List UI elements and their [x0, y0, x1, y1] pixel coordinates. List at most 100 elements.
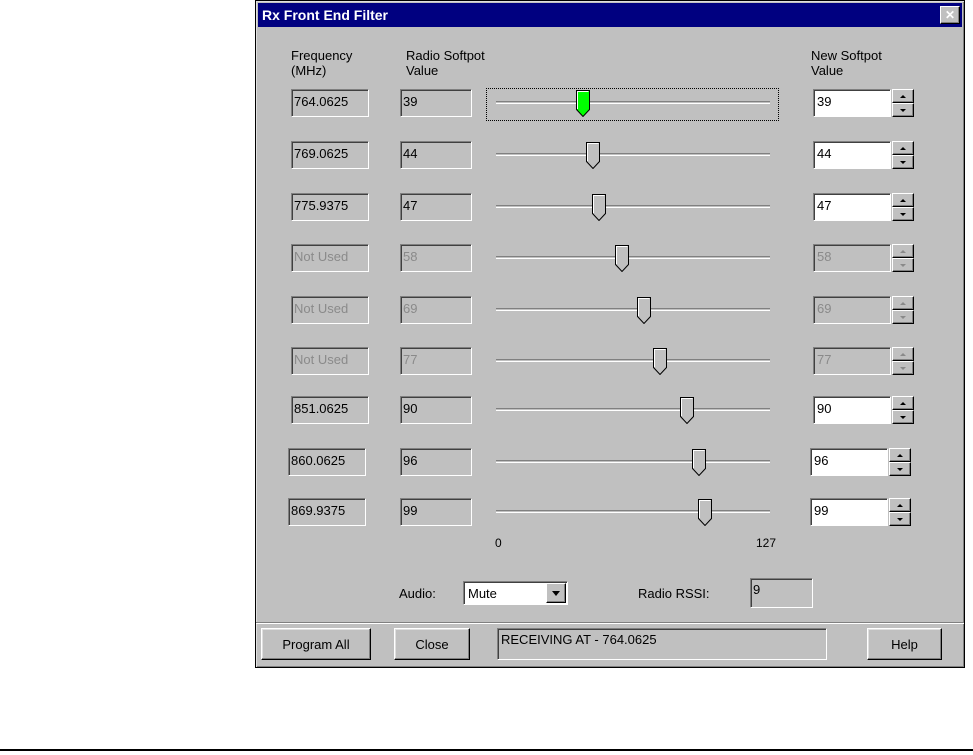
new-softpot-header-line1: New Softpot — [811, 48, 882, 63]
softpot-slider-thumb[interactable] — [592, 194, 607, 221]
frequency-field: 764.0625 — [291, 89, 369, 117]
arrow-down-icon — [900, 366, 906, 370]
arrow-up-icon — [900, 401, 906, 405]
radio-softpot-header: Radio Softpot Value — [406, 48, 485, 78]
arrow-up-icon — [900, 352, 906, 356]
frequency-field: Not Used — [291, 296, 369, 324]
status-field: RECEIVING AT - 764.0625 — [497, 628, 827, 660]
softpot-slider-thumb[interactable] — [637, 297, 652, 324]
spin-down-button — [892, 361, 914, 375]
spin-up-button — [892, 244, 914, 258]
new-softpot-input[interactable]: 39 — [813, 89, 891, 117]
arrow-up-icon — [900, 94, 906, 98]
spin-down-button — [892, 258, 914, 272]
radio-softpot-field: 44 — [400, 141, 472, 169]
softpot-slider-thumb[interactable] — [614, 245, 629, 272]
softpot-slider-track[interactable] — [496, 153, 770, 156]
new-softpot-input[interactable]: 96 — [810, 448, 888, 476]
spin-up-button[interactable] — [889, 448, 911, 462]
radio-softpot-field: 47 — [400, 193, 472, 221]
new-softpot-input: 77 — [813, 347, 891, 375]
spin-up-button[interactable] — [892, 89, 914, 103]
new-softpot-spinner — [892, 244, 914, 272]
arrow-up-icon — [897, 503, 903, 507]
radio-softpot-field: 99 — [400, 498, 472, 526]
arrow-up-icon — [900, 249, 906, 253]
arrow-down-icon — [900, 212, 906, 216]
new-softpot-input[interactable]: 99 — [810, 498, 888, 526]
close-window-button[interactable]: ✕ — [940, 6, 960, 24]
radio-softpot-field: 58 — [400, 244, 472, 272]
spin-up-button — [892, 296, 914, 310]
spin-up-button[interactable] — [892, 193, 914, 207]
arrow-down-icon — [900, 108, 906, 112]
new-softpot-input[interactable]: 90 — [813, 396, 891, 424]
arrow-up-icon — [900, 301, 906, 305]
radio-softpot-header-line1: Radio Softpot — [406, 48, 485, 63]
new-softpot-spinner[interactable] — [892, 396, 914, 424]
new-softpot-spinner[interactable] — [889, 448, 911, 476]
chevron-down-icon — [552, 590, 560, 596]
softpot-slider-thumb[interactable] — [692, 449, 707, 476]
rssi-label: Radio RSSI: — [638, 586, 710, 601]
arrow-up-icon — [897, 453, 903, 457]
arrow-down-icon — [900, 263, 906, 267]
spin-down-button[interactable] — [892, 207, 914, 221]
new-softpot-spinner — [892, 347, 914, 375]
frequency-field: 860.0625 — [288, 448, 366, 476]
new-softpot-input[interactable]: 44 — [813, 141, 891, 169]
close-button[interactable]: Close — [394, 628, 470, 660]
arrow-down-icon — [900, 160, 906, 164]
new-softpot-input[interactable]: 47 — [813, 193, 891, 221]
softpot-slider-track[interactable] — [496, 359, 770, 362]
softpot-slider-thumb[interactable] — [679, 397, 694, 424]
softpot-slider-track[interactable] — [496, 460, 770, 463]
frequency-header-line1: Frequency — [291, 48, 353, 63]
softpot-slider-thumb[interactable] — [698, 499, 713, 526]
new-softpot-spinner[interactable] — [889, 498, 911, 526]
close-icon: ✕ — [944, 8, 956, 22]
softpot-slider-track[interactable] — [496, 510, 770, 513]
arrow-down-icon — [900, 415, 906, 419]
arrow-down-icon — [897, 517, 903, 521]
softpot-slider-track[interactable] — [496, 408, 770, 411]
spin-down-button[interactable] — [892, 103, 914, 117]
softpot-slider-thumb[interactable] — [586, 142, 601, 169]
new-softpot-input: 69 — [813, 296, 891, 324]
arrow-down-icon — [897, 467, 903, 471]
new-softpot-spinner[interactable] — [892, 141, 914, 169]
spin-down-button[interactable] — [889, 462, 911, 476]
spin-up-button[interactable] — [889, 498, 911, 512]
arrow-up-icon — [900, 198, 906, 202]
radio-softpot-header-line2: Value — [406, 63, 439, 78]
program-all-button[interactable]: Program All — [261, 628, 371, 660]
spin-up-button[interactable] — [892, 396, 914, 410]
spin-down-button[interactable] — [892, 155, 914, 169]
new-softpot-header: New Softpot Value — [811, 48, 882, 78]
help-button[interactable]: Help — [867, 628, 942, 660]
softpot-slider-track[interactable] — [496, 205, 770, 208]
window-title: Rx Front End Filter — [262, 7, 388, 23]
slider-max-label: 127 — [756, 536, 777, 550]
new-softpot-header-line2: Value — [811, 63, 844, 78]
spin-up-button[interactable] — [892, 141, 914, 155]
softpot-slider-track[interactable] — [496, 256, 770, 259]
new-softpot-spinner[interactable] — [892, 89, 914, 117]
radio-softpot-field: 69 — [400, 296, 472, 324]
new-softpot-input: 58 — [813, 244, 891, 272]
slider-focus-rect — [486, 88, 779, 121]
page-bottom-rule — [0, 749, 973, 751]
arrow-down-icon — [900, 315, 906, 319]
frequency-header: Frequency (MHz) — [291, 48, 352, 78]
spin-down-button[interactable] — [892, 410, 914, 424]
spin-down-button[interactable] — [889, 512, 911, 526]
frequency-field: 869.9375 — [288, 498, 366, 526]
audio-dropdown-button[interactable] — [546, 583, 566, 603]
new-softpot-spinner[interactable] — [892, 193, 914, 221]
slider-min-label: 0 — [495, 536, 502, 550]
audio-select[interactable]: Mute — [463, 581, 568, 605]
softpot-slider-thumb[interactable] — [653, 348, 668, 375]
audio-select-value: Mute — [468, 586, 497, 601]
softpot-slider-track[interactable] — [496, 308, 770, 311]
frequency-field: Not Used — [291, 244, 369, 272]
